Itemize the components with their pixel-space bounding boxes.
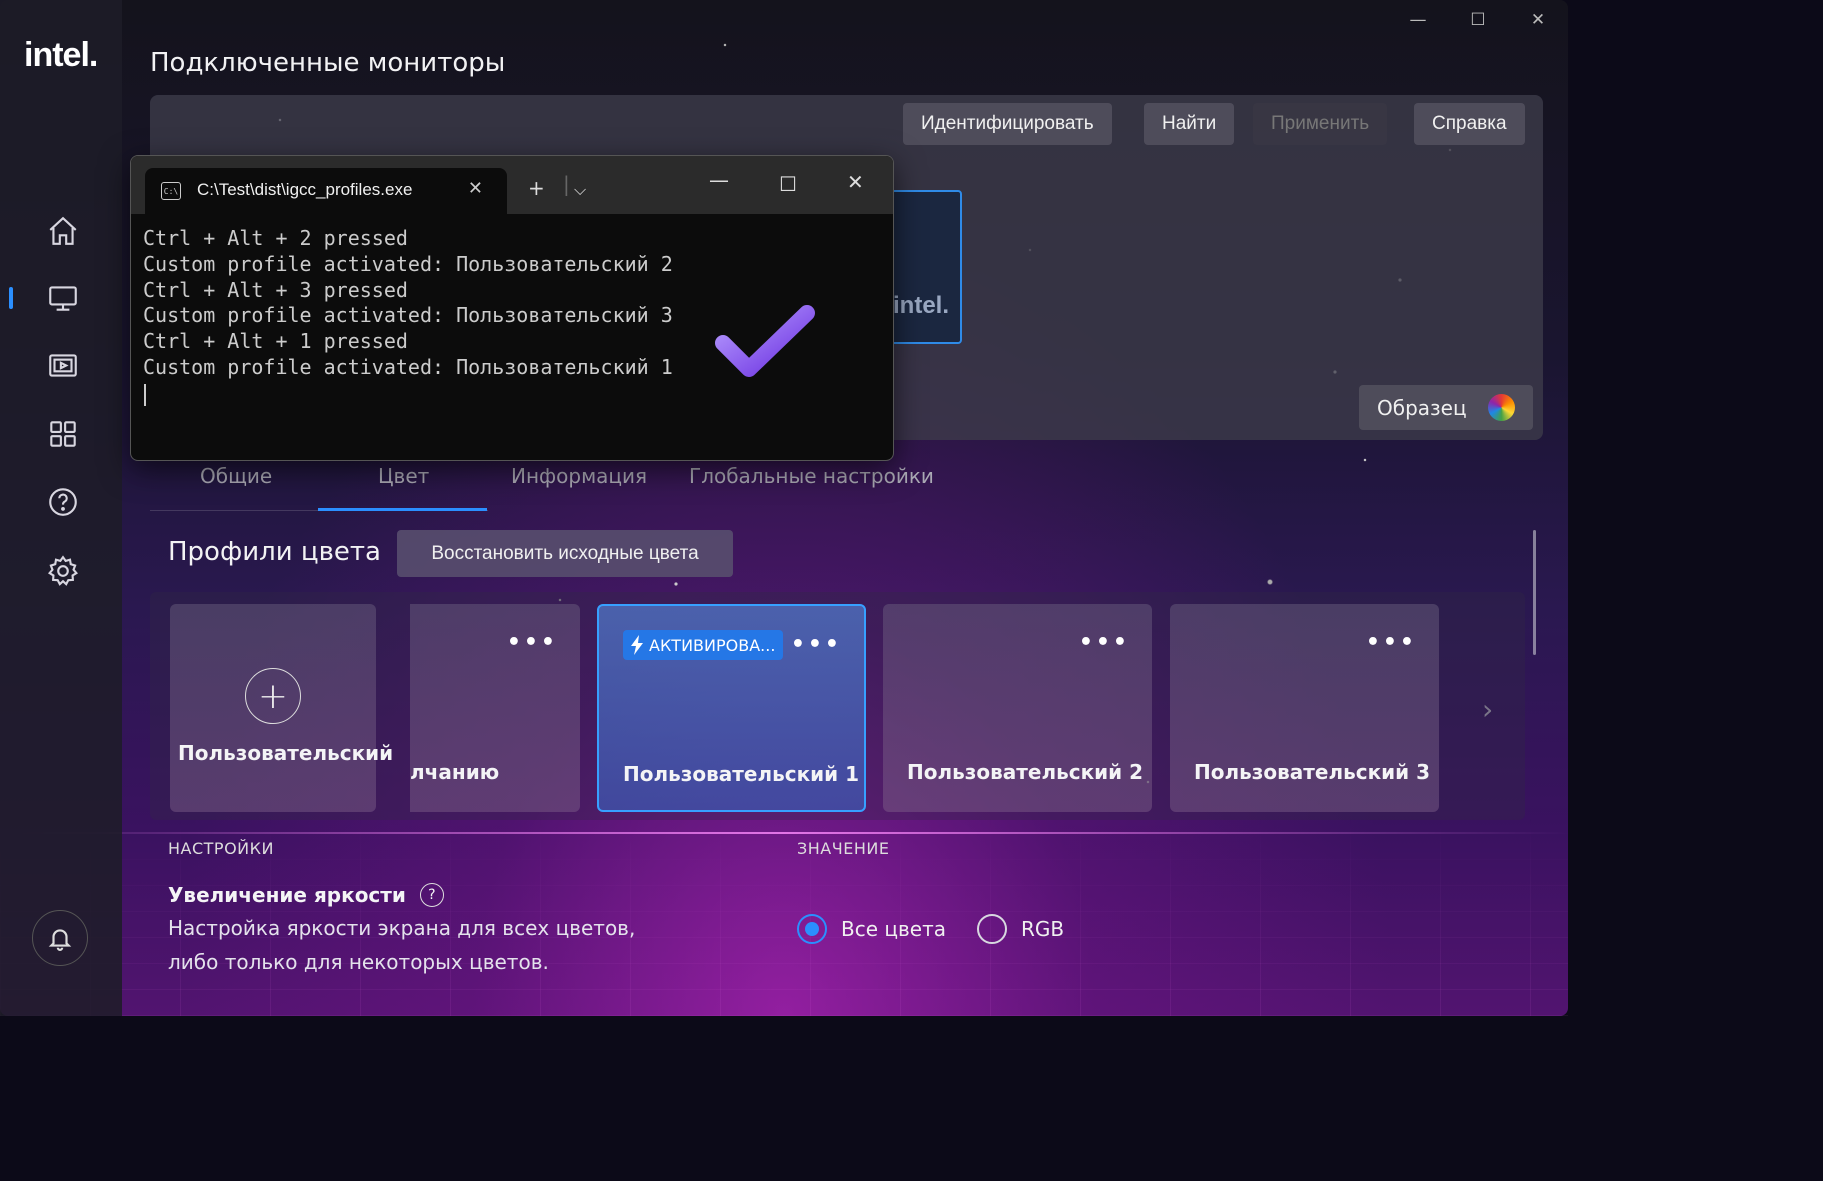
color-profiles-heading: Профили цвета <box>168 537 381 567</box>
monitor-intel-logo: intel. <box>893 292 950 319</box>
help-icon[interactable] <box>40 479 86 525</box>
radio-unchecked-icon <box>977 914 1007 944</box>
brightness-setting-title: Увеличение яркости ? <box>168 883 444 907</box>
profile-card-default[interactable]: ••• лчанию <box>410 604 580 812</box>
tab-separator: | <box>563 172 570 196</box>
radio-all-colors[interactable]: Все цвета <box>797 914 946 944</box>
notifications-button[interactable] <box>32 910 88 966</box>
activated-badge-label: АКТИВИРОВА... <box>649 635 776 655</box>
tab-information[interactable]: Информация <box>511 464 647 488</box>
tab-bar: Общие Цвет Информация Глобальные настрой… <box>150 460 940 512</box>
sidebar: intel. <box>0 0 122 1016</box>
terminal-line: Ctrl + Alt + 2 pressed <box>143 226 408 250</box>
home-icon[interactable] <box>40 208 86 254</box>
add-profile-label: Пользовательский <box>178 741 394 765</box>
window-caption-buttons: — ☐ ✕ <box>1406 8 1550 32</box>
add-profile-card[interactable]: + Пользовательский <box>170 604 393 812</box>
brightness-setting-description: Настройка яркости экрана для всех цветов… <box>168 916 636 974</box>
tab-general[interactable]: Общие <box>200 464 272 488</box>
tab-global-settings[interactable]: Глобальные настройки <box>689 464 934 488</box>
terminal-tab[interactable]: C:\ C:\Test\dist\igcc_profiles.exe ✕ <box>145 168 507 214</box>
apps-grid-icon[interactable] <box>40 411 86 457</box>
radio-label: RGB <box>1021 917 1065 941</box>
settings-gear-icon[interactable] <box>40 548 86 594</box>
question-icon[interactable]: ? <box>419 883 444 907</box>
minimize-icon[interactable]: — <box>1406 8 1430 32</box>
more-options-icon[interactable]: ••• <box>507 630 558 655</box>
sample-button[interactable]: Образец <box>1359 385 1533 430</box>
video-icon[interactable] <box>40 343 86 389</box>
profile-card-name: Пользовательский 2 <box>907 760 1144 784</box>
terminal-line: Ctrl + Alt + 1 pressed <box>143 329 408 354</box>
more-options-icon[interactable]: ••• <box>1079 630 1130 655</box>
profile-card-name: Пользовательский 1 <box>623 762 860 786</box>
tab-close-icon[interactable]: ✕ <box>468 178 483 199</box>
checkmark-icon <box>715 305 815 377</box>
monitor-icon[interactable] <box>40 275 86 321</box>
lightning-icon <box>631 635 643 655</box>
radio-rgb[interactable]: RGB <box>977 914 1064 944</box>
page-title: Подключенные мониторы <box>150 48 506 78</box>
terminal-line: Custom profile activated: Пользовательск… <box>143 354 673 379</box>
profile-card-name: Пользовательский 3 <box>1194 760 1431 784</box>
text-cursor <box>144 384 146 406</box>
sample-label: Образец <box>1377 395 1467 420</box>
radio-label: Все цвета <box>841 917 946 941</box>
close-icon[interactable]: ✕ <box>1526 8 1550 32</box>
settings-section-label: НАСТРОЙКИ <box>168 839 274 858</box>
bell-icon <box>48 929 72 951</box>
terminal-line: Ctrl + Alt + 3 pressed <box>143 277 408 302</box>
terminal-window[interactable]: C:\ C:\Test\dist\igcc_profiles.exe ✕ + |… <box>130 155 894 461</box>
active-tab-underline <box>318 508 487 511</box>
more-options-icon[interactable]: ••• <box>791 632 842 657</box>
horizon-glow <box>0 832 1568 834</box>
terminal-titlebar: C:\ C:\Test\dist\igcc_profiles.exe ✕ + |… <box>131 156 893 214</box>
value-section-label: ЗНАЧЕНИЕ <box>797 839 890 858</box>
maximize-icon[interactable]: ☐ <box>779 172 797 196</box>
nav-active-indicator <box>9 287 13 309</box>
scrollbar[interactable] <box>1533 530 1536 655</box>
tab-color[interactable]: Цвет <box>378 464 429 488</box>
app-window: — ☐ ✕ intel. Подключенные мониторы Идент… <box>0 0 1568 1016</box>
brightness-title-text: Увеличение яркости <box>168 883 406 907</box>
profile-card-custom-2[interactable]: ••• Пользовательский 2 <box>883 604 1152 812</box>
terminal-tab-title: C:\Test\dist\igcc_profiles.exe <box>197 180 413 199</box>
profile-card-custom-1[interactable]: АКТИВИРОВА... ••• Пользовательский 1 <box>597 604 866 812</box>
activated-badge: АКТИВИРОВА... <box>623 630 784 660</box>
new-tab-icon[interactable]: + <box>528 176 545 200</box>
terminal-line: Custom profile activated: Пользовательск… <box>143 251 673 276</box>
plus-icon: + <box>245 668 301 724</box>
chevron-down-icon[interactable]: ⌵ <box>574 180 586 200</box>
intel-logo: intel. <box>24 36 98 74</box>
terminal-output[interactable]: Ctrl + Alt + 2 pressed Custom profile act… <box>143 226 673 381</box>
help-button[interactable]: Справка <box>1414 103 1525 145</box>
radio-checked-icon <box>797 914 827 944</box>
close-icon[interactable]: ✕ <box>847 170 864 194</box>
cmd-icon: C:\ <box>161 182 181 200</box>
find-button[interactable]: Найти <box>1144 103 1235 145</box>
more-options-icon[interactable]: ••• <box>1366 630 1417 655</box>
terminal-line: Custom profile activated: Пользовательск… <box>143 303 673 328</box>
minimize-icon[interactable]: — <box>709 168 729 192</box>
identify-button[interactable]: Идентифицировать <box>903 103 1112 145</box>
profile-card-name: лчанию <box>410 760 500 784</box>
apply-button[interactable]: Применить <box>1253 103 1388 145</box>
profile-card-custom-3[interactable]: ••• Пользовательский 3 <box>1170 604 1439 812</box>
color-wheel-icon <box>1488 394 1515 421</box>
maximize-icon[interactable]: ☐ <box>1466 8 1490 32</box>
chevron-right-icon[interactable]: › <box>1482 693 1493 726</box>
monitor-tile[interactable]: intel. <box>885 190 962 344</box>
restore-colors-button[interactable]: Восстановить исходные цвета <box>397 530 733 577</box>
